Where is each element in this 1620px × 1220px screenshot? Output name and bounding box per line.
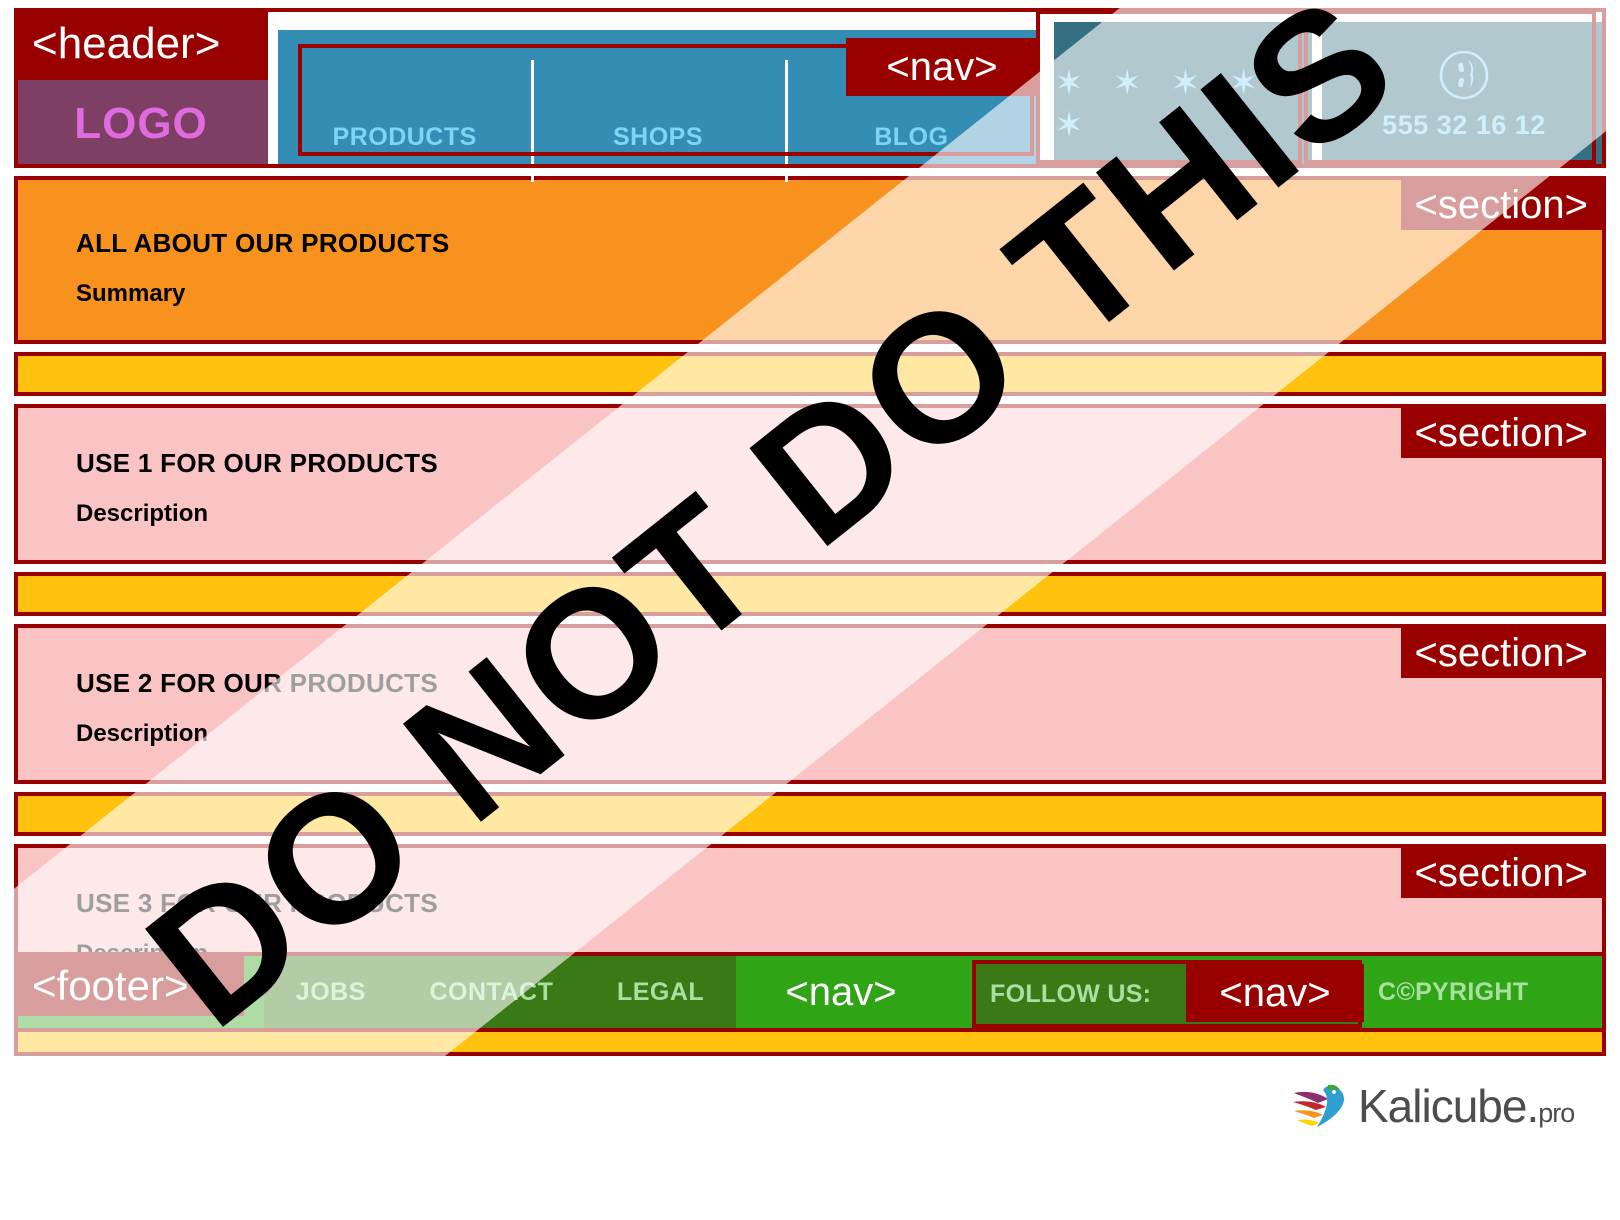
nav-item-label: SHOPS — [612, 123, 703, 151]
nav-item-products[interactable]: PRODUCTS — [278, 30, 531, 168]
rating-block: ✶ ✶ ✶ ✶ ✶ — [1054, 22, 1312, 168]
section-tag-label: <section> — [1400, 180, 1602, 230]
footer-nav: JOBS CONTACT LEGAL — [264, 956, 736, 1028]
header-region: LOGO PRODUCTS SHOPS BLOG ✶ ✶ ✶ ✶ ✶ 555 3… — [14, 8, 1606, 182]
section-tag-label: <section> — [1400, 628, 1602, 678]
follow-us-label: FOLLOW US: — [990, 979, 1152, 1008]
logo-text: LOGO — [74, 99, 208, 148]
section-use-1: USE 1 FOR OUR PRODUCTS Description <sect… — [14, 404, 1606, 564]
kalicube-bird-icon — [1288, 1073, 1350, 1140]
footer-nav-tag-text: <nav> — [785, 970, 897, 1014]
nav-item-label: PRODUCTS — [332, 123, 477, 151]
footer-link-jobs[interactable]: JOBS — [296, 978, 366, 1007]
phone-block[interactable]: 555 32 16 12 — [1322, 22, 1606, 168]
slide-canvas: LOGO PRODUCTS SHOPS BLOG ✶ ✶ ✶ ✶ ✶ 555 3… — [0, 0, 1620, 1220]
section-summary: ALL ABOUT OUR PRODUCTS Summary <section> — [14, 176, 1606, 344]
kalicube-name: Kalicube.pro — [1358, 1079, 1575, 1133]
footer-nav-tag-label: <nav> — [744, 964, 938, 1020]
phone-number: 555 32 16 12 — [1382, 110, 1546, 140]
footer-tag-label: <footer> — [18, 956, 244, 1016]
footer-link-contact[interactable]: CONTACT — [430, 978, 554, 1007]
header-tag-label: <header> — [14, 8, 268, 80]
footer-link-legal[interactable]: LEGAL — [617, 978, 704, 1007]
section-title: USE 1 FOR OUR PRODUCTS — [76, 448, 438, 478]
rating-stars-icon: ✶ ✶ ✶ ✶ ✶ — [1054, 62, 1268, 145]
footer-social-nav-tag-label: <nav> — [1186, 964, 1364, 1022]
header-nav-tag-text: <nav> — [886, 45, 998, 89]
nav-item-shops[interactable]: SHOPS — [531, 30, 784, 182]
kalicube-name-text: Kalicube — [1358, 1080, 1527, 1132]
footer-region: JOBS CONTACT LEGAL <nav> FOLLOW US: <nav… — [14, 952, 1606, 1032]
section-title: USE 3 FOR OUR PRODUCTS — [76, 888, 438, 918]
section-body: Description — [76, 500, 209, 527]
section-use-2: USE 2 FOR OUR PRODUCTS Description <sect… — [14, 624, 1606, 784]
copyright-text: C©PYRIGHT — [1378, 977, 1529, 1006]
copyright-label: C©PYRIGHT — [1378, 956, 1528, 1028]
kalicube-dot: . — [1526, 1080, 1539, 1132]
header-nav-tag-label: <nav> — [846, 38, 1038, 96]
section-body: Summary — [76, 280, 186, 307]
phone-icon — [1438, 49, 1490, 106]
kalicube-tld: pro — [1538, 1098, 1575, 1128]
footer-tag-text: <footer> — [32, 962, 189, 1009]
nav-item-label: BLOG — [874, 123, 949, 151]
footer-social-nav-tag-text: <nav> — [1219, 971, 1331, 1015]
logo-block[interactable]: LOGO — [14, 80, 268, 168]
header-tag-text: <header> — [32, 19, 221, 68]
divider-band-1 — [14, 352, 1606, 396]
section-title: USE 2 FOR OUR PRODUCTS — [76, 668, 438, 698]
section-title: ALL ABOUT OUR PRODUCTS — [76, 228, 450, 258]
section-tag-label: <section> — [1400, 408, 1602, 458]
kalicube-branding: Kalicube.pro — [1288, 1066, 1608, 1146]
divider-band-3 — [14, 792, 1606, 836]
divider-band-2 — [14, 572, 1606, 616]
section-body: Description — [76, 720, 209, 747]
main-region: ALL ABOUT OUR PRODUCTS Summary <section>… — [14, 176, 1606, 1056]
section-tag-label: <section> — [1400, 848, 1602, 898]
